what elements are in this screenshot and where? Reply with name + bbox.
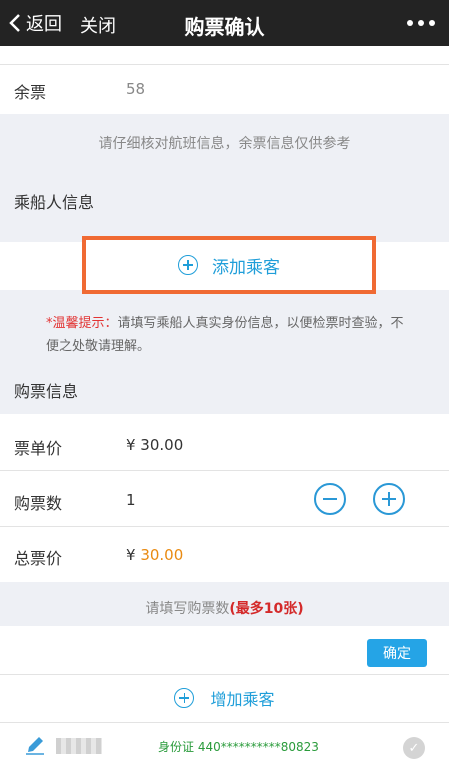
- remaining-row: 余票 58: [0, 46, 449, 114]
- top-bar: 返回 关闭 购票确认: [0, 0, 449, 46]
- more-icon[interactable]: [407, 20, 435, 26]
- confirm-button[interactable]: 确定: [367, 639, 427, 667]
- divider: [0, 526, 449, 527]
- warm-tip: *温馨提示：请填写乘船人真实身份信息，以便检票时查验，不便之处敬请理解。: [46, 312, 416, 358]
- total-price-value: ¥ 30.00: [126, 546, 183, 564]
- tip-label: *温馨提示：: [46, 316, 118, 331]
- total-amount: 30.00: [140, 546, 184, 564]
- unit-price-label: 票单价: [14, 439, 63, 458]
- quantity-label: 购票数: [14, 494, 63, 513]
- divider: [0, 64, 449, 65]
- plus-circle-icon: [174, 688, 195, 708]
- purchase-section-title: 购票信息: [14, 382, 79, 401]
- passenger-section-title: 乘船人信息: [14, 193, 95, 212]
- quantity-hint-text: 请填写购票数: [145, 601, 230, 617]
- quantity-decrement-button[interactable]: [314, 483, 346, 515]
- add-passenger-button[interactable]: 添加乘客: [82, 236, 376, 294]
- page-title: 购票确认: [184, 15, 265, 39]
- total-price-label: 总票价: [14, 549, 63, 568]
- notice-text: 请仔细核对航班信息，余票信息仅供参考: [98, 136, 351, 152]
- quantity-value[interactable]: 1: [126, 491, 136, 509]
- currency-symbol: ¥: [126, 546, 141, 564]
- remaining-value: 58: [126, 80, 146, 98]
- quantity-limit: (最多10张): [229, 601, 304, 617]
- unit-price-value: ¥ 30.00: [126, 436, 184, 454]
- add-more-passenger-button[interactable]: 增加乘客: [0, 675, 449, 721]
- quantity-hint: 请填写购票数(最多10张): [0, 598, 449, 618]
- edit-icon[interactable]: [24, 734, 46, 756]
- add-more-passenger-label: 增加乘客: [210, 690, 275, 709]
- select-circle-icon[interactable]: ✓: [403, 737, 425, 759]
- passenger-name-redacted: [56, 738, 102, 754]
- remaining-label: 余票: [14, 83, 47, 102]
- plus-circle-icon: [178, 255, 198, 275]
- quantity-increment-button[interactable]: [373, 483, 405, 515]
- divider: [0, 470, 449, 471]
- divider: [0, 722, 449, 723]
- add-passenger-label: 添加乘客: [212, 257, 280, 278]
- passenger-id: 身份证 440**********80823: [158, 740, 319, 754]
